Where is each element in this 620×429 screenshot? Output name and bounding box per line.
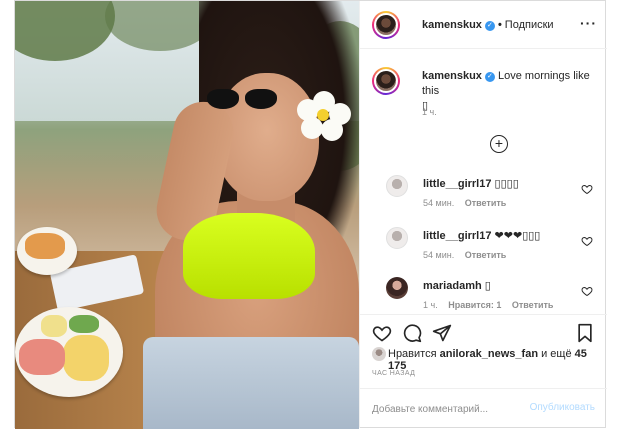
comment-time: 1 ч. [423,300,438,310]
caption-avatar[interactable] [372,67,400,95]
comment-avatar[interactable] [386,175,408,197]
like-heart-icon[interactable] [372,323,392,343]
like-comment-heart-icon[interactable] [581,235,593,247]
caption: kamenskux ✓ Love mornings like this ▯ [422,69,598,114]
comment-body: little__girrl17 ▯▯▯▯ [423,177,519,190]
comment-avatar[interactable] [386,227,408,249]
post-photo[interactable] [15,1,359,429]
photo-sunglasses [205,89,281,111]
photo-bikini [183,213,315,299]
comment-bubble-icon[interactable] [402,323,422,343]
likes-summary: Нравится anilorak_news_fan и ещё 45 175 [388,348,606,372]
comment-username[interactable]: little__girrl17 [423,230,491,242]
follow-button[interactable]: Подписки [505,19,554,31]
photo-food [63,335,109,381]
save-bookmark-icon[interactable] [575,323,595,343]
comment-username[interactable]: little__girrl17 [423,178,491,190]
comment-text: ▯▯▯▯ [494,178,519,190]
comment-time: 54 мин. [423,198,455,208]
likes-middle: и ещё [541,348,572,360]
liker-avatar[interactable] [372,347,386,361]
add-comment-bar: Опубликовать [360,388,607,428]
comment-avatar[interactable] [386,277,408,299]
comment-meta: 54 мин. Ответить [423,250,514,260]
photo-shorts [143,337,359,429]
comment-text: ❤❤❤▯▯▯ [494,230,541,242]
comment-body: mariadamh ▯ [423,279,491,292]
caption-time: 1 ч. [422,107,437,117]
photo-flower [297,91,351,141]
like-comment-heart-icon[interactable] [581,183,593,195]
header-author: kamenskux ✓ • Подписки [422,19,554,31]
photo-food [69,315,99,333]
comment-text: ▯ [484,280,491,292]
reply-button[interactable]: Ответить [465,198,507,208]
comment-item: mariadamh ▯ 1 ч. Нравится: 1 Ответить [360,277,607,313]
more-options-icon[interactable]: ··· [580,15,597,31]
publish-button[interactable]: Опубликовать [530,402,595,413]
post-card: kamenskux ✓ • Подписки ··· kamenskux ✓ Love … [14,0,607,429]
comment-body: little__girrl17 ❤❤❤▯▯▯ [423,229,540,242]
comment-username[interactable]: mariadamh [423,280,482,292]
comment-input[interactable] [372,402,522,416]
load-more-comments-icon[interactable]: + [490,135,508,153]
photo-food [25,233,65,259]
comment-item: little__girrl17 ▯▯▯▯ 54 мин. Ответить [360,175,607,221]
comment-meta: 1 ч. Нравится: 1 Ответить [423,300,561,310]
author-username[interactable]: kamenskux [422,19,482,31]
photo-food [19,339,65,375]
verified-badge-icon: ✓ [484,72,495,82]
likes-prefix: Нравится [388,348,437,360]
liker-username[interactable]: anilorak_news_fan [440,348,538,360]
reply-button[interactable]: Ответить [465,250,507,260]
share-paper-plane-icon[interactable] [432,323,452,343]
reply-button[interactable]: Ответить [512,300,554,310]
photo-food [41,315,67,337]
post-header: kamenskux ✓ • Подписки ··· [360,1,607,49]
comment-likes[interactable]: Нравится: 1 [448,300,501,310]
author-avatar[interactable] [372,11,400,39]
like-comment-heart-icon[interactable] [581,285,593,297]
comment-item: little__girrl17 ❤❤❤▯▯▯ 54 мин. Ответить [360,227,607,273]
post-timestamp: ЧАС НАЗАД [372,370,416,377]
verified-badge-icon: ✓ [484,21,495,31]
caption-author[interactable]: kamenskux [422,70,482,82]
action-bar [360,314,607,348]
comment-time: 54 мин. [423,250,455,260]
comment-meta: 54 мин. Ответить [423,198,514,208]
post-side-panel: kamenskux ✓ • Подписки ··· kamenskux ✓ Love … [359,1,607,428]
separator-dot: • [497,19,502,31]
